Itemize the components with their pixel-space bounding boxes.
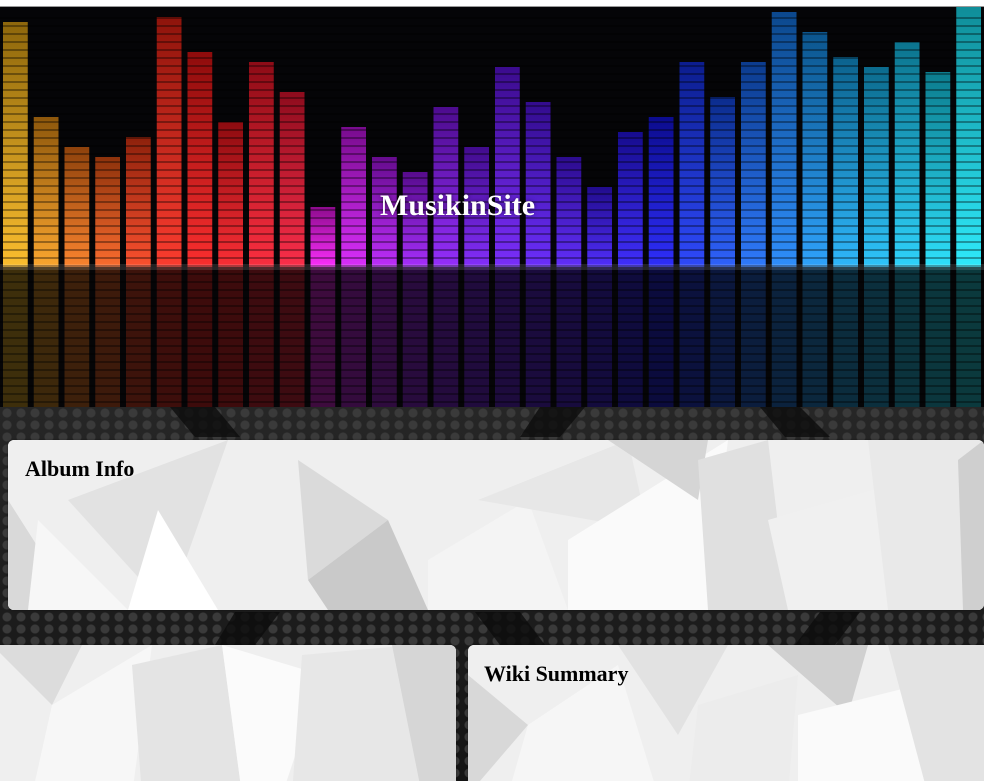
equalizer-segment-line [0,297,984,299]
equalizer-segment-line [0,113,984,115]
equalizer-segment-line [0,257,984,259]
wiki-summary-heading: Wiki Summary [484,661,629,686]
equalizer-segment-line [0,353,984,355]
equalizer-bar [156,17,182,267]
equalizer-segment-line [0,73,984,75]
equalizer-segment-line [0,41,984,43]
top-border [0,0,984,7]
equalizer-segment-line [0,105,984,107]
equalizer-segment-line [0,89,984,91]
equalizer-segment-line [0,377,984,379]
equalizer-segment-line [0,169,984,171]
equalizer-segment-line [0,17,984,19]
equalizer-segment-line [0,313,984,315]
equalizer-segment-line [0,121,984,123]
equalizer-segment-line [0,361,984,363]
equalizer-segment-line [0,153,984,155]
equalizer-segment-line [0,65,984,67]
main-content: Album Info Wiki Summary [0,407,984,781]
polygon-background [8,440,984,610]
equalizer-segment-line [0,129,984,131]
equalizer-segment-line [0,281,984,283]
equalizer-segment-line [0,337,984,339]
equalizer-segment-line [0,49,984,51]
polygon-background [0,645,456,781]
site-header-banner: MusikinSite [0,7,984,407]
equalizer-floor-glow [0,264,984,270]
equalizer-segment-line [0,273,984,275]
equalizer-segment-line [0,137,984,139]
left-content-panel [0,645,456,781]
equalizer-segment-line [0,33,984,35]
equalizer-segment-line [0,305,984,307]
equalizer-segment-line [0,161,984,163]
equalizer-segment-line [0,369,984,371]
equalizer-bar [279,92,305,267]
equalizer-segment-line [0,241,984,243]
equalizer-segment-line [0,329,984,331]
equalizer-bar [679,62,705,267]
wiki-summary-panel: Wiki Summary [468,645,984,781]
equalizer-bar [33,117,59,267]
equalizer-segment-line [0,177,984,179]
equalizer-segment-line [0,321,984,323]
equalizer-segment-line [0,393,984,395]
equalizer-bar [802,32,828,267]
equalizer-segment-line [0,289,984,291]
equalizer-bar [249,62,274,267]
equalizer-segment-line [0,401,984,403]
equalizer-segment-line [0,185,984,187]
equalizer-bar [741,62,766,267]
equalizer-segment-line [0,57,984,59]
equalizer-segment-line [0,25,984,27]
equalizer-segment-line [0,225,984,227]
site-title[interactable]: MusikinSite [380,189,535,223]
equalizer-segment-line [0,145,984,147]
equalizer-segment-line [0,97,984,99]
equalizer-segment-line [0,345,984,347]
equalizer-segment-line [0,233,984,235]
equalizer-bar [648,117,674,267]
album-info-heading: Album Info [25,456,135,481]
equalizer-bar [618,132,643,267]
equalizer-bar [341,127,366,267]
album-info-panel: Album Info [8,440,984,610]
equalizer-segment-line [0,385,984,387]
equalizer-segment-line [0,249,984,251]
equalizer-segment-line [0,81,984,83]
